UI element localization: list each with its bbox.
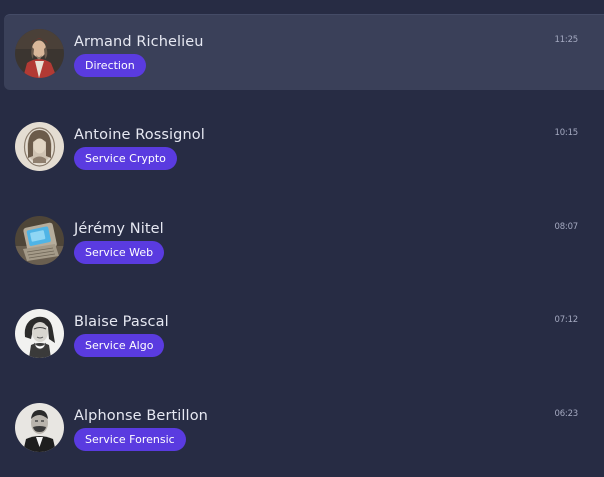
contact-name: Jérémy Nitel: [74, 221, 164, 237]
contact-item-nitel[interactable]: Jérémy Nitel Service Web 08:07: [4, 202, 604, 278]
contact-name: Blaise Pascal: [74, 314, 169, 330]
contact-name: Alphonse Bertillon: [74, 408, 208, 424]
contact-item-richelieu[interactable]: Armand Richelieu Direction 11:25: [4, 14, 604, 90]
timestamp: 08:07: [554, 222, 579, 232]
contact-list: Armand Richelieu Direction 11:25 Antoine…: [0, 0, 604, 477]
contact-item-bertillon[interactable]: Alphonse Bertillon Service Forensic 06:2…: [4, 389, 604, 465]
avatar: [15, 309, 64, 358]
avatar: [15, 403, 64, 452]
timestamp: 10:15: [554, 128, 579, 138]
service-badge: Service Web: [74, 241, 165, 264]
contact-name: Antoine Rossignol: [74, 127, 205, 143]
timestamp: 07:12: [554, 315, 579, 325]
contact-item-rossignol[interactable]: Antoine Rossignol Service Crypto 10:15: [4, 108, 604, 184]
avatar: [15, 216, 64, 265]
avatar: [15, 29, 64, 78]
timestamp: 11:25: [554, 35, 579, 45]
timestamp: 06:23: [554, 409, 579, 419]
service-badge: Direction: [74, 54, 146, 77]
service-badge: Service Algo: [74, 334, 165, 357]
contact-item-pascal[interactable]: Blaise Pascal Service Algo 07:12: [4, 295, 604, 371]
service-badge: Service Crypto: [74, 147, 177, 170]
service-badge: Service Forensic: [74, 428, 186, 451]
contact-name: Armand Richelieu: [74, 34, 204, 50]
avatar: [15, 122, 64, 171]
